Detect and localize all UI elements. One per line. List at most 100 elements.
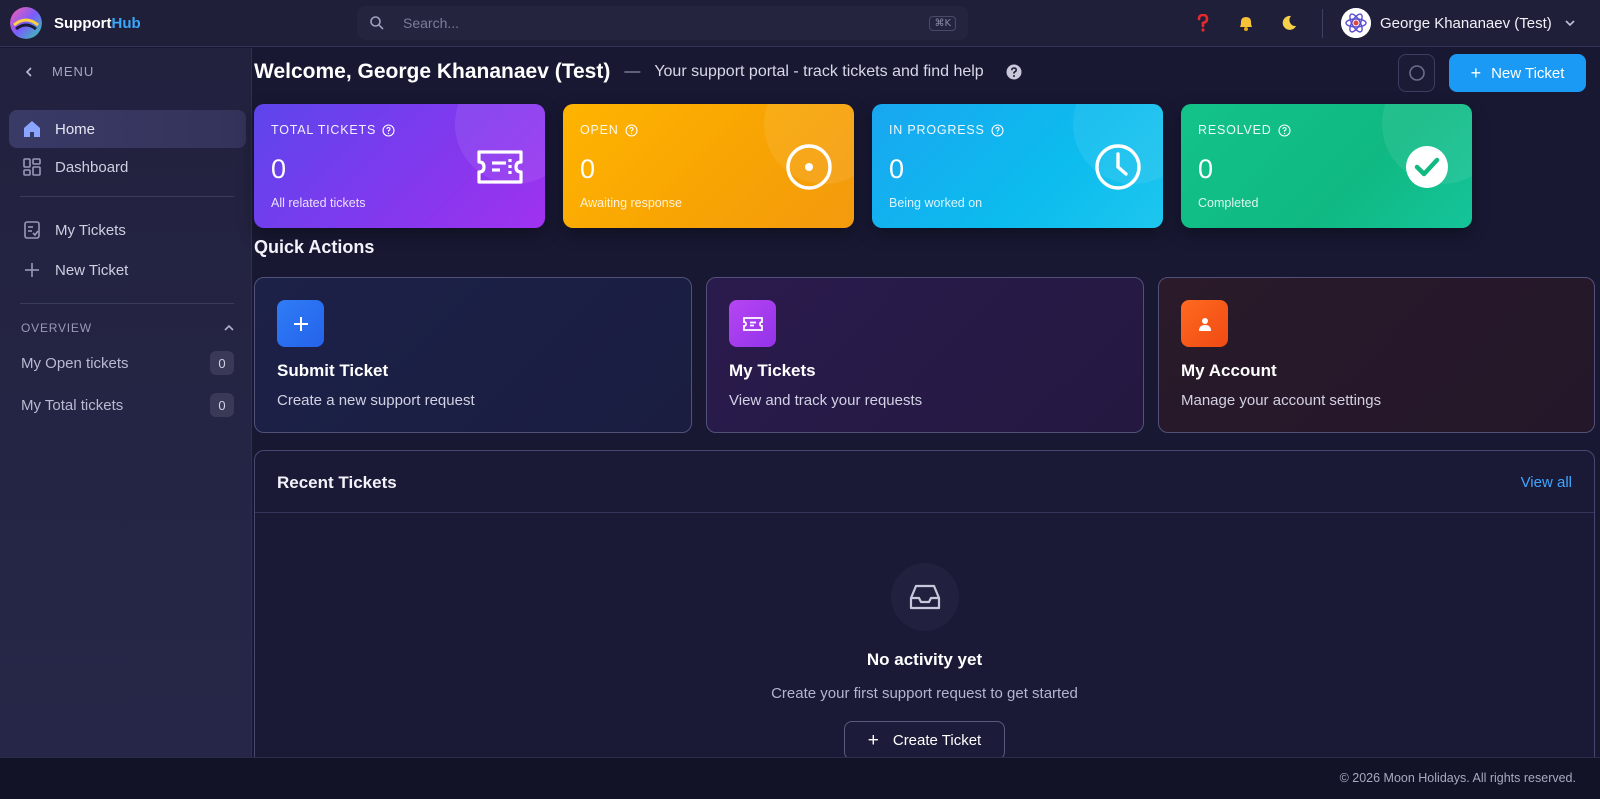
plus-icon — [277, 300, 324, 347]
home-icon — [22, 119, 42, 139]
loading-circle-icon — [1408, 65, 1425, 81]
brand-logo-icon — [10, 7, 42, 39]
search-input[interactable] — [403, 15, 930, 31]
quick-action-my-account[interactable]: My Account Manage your account settings — [1158, 277, 1595, 433]
page-subtitle: Your support portal - track tickets and … — [654, 63, 984, 80]
stat-value: 0 — [271, 154, 287, 184]
search-icon — [370, 16, 384, 30]
plus-icon: + — [867, 730, 879, 751]
overview-count-badge: 0 — [210, 351, 234, 375]
avatar — [1341, 8, 1371, 38]
empty-state-title: No activity yet — [866, 650, 983, 669]
top-icons — [1190, 10, 1319, 36]
ticket-icon — [475, 142, 525, 192]
sidebar-item-label: Home — [55, 120, 96, 138]
question-icon[interactable] — [1190, 10, 1216, 36]
user-icon — [1181, 300, 1228, 347]
stat-label: RESOLVED — [1198, 123, 1291, 137]
target-circle-icon — [784, 142, 834, 192]
stat-value: 0 — [580, 154, 596, 184]
stat-label: IN PROGRESS — [889, 123, 1004, 137]
bell-icon[interactable] — [1233, 10, 1259, 36]
user-menu[interactable]: George Khananaev (Test) — [1341, 7, 1576, 39]
stat-desc: All related tickets — [271, 196, 366, 210]
sidebar-item-label: New Ticket — [55, 261, 129, 279]
user-name: George Khananaev (Test) — [1380, 14, 1552, 32]
quick-action-desc: View and track your requests — [729, 392, 923, 409]
recent-tickets-title: Recent Tickets — [277, 473, 397, 492]
stat-value: 0 — [889, 154, 905, 184]
stat-desc: Being worked on — [889, 196, 983, 210]
recent-tickets-panel: Recent Tickets View all No activity yet … — [254, 450, 1595, 770]
search-bar[interactable]: ⌘K — [357, 6, 968, 40]
sidebar-divider — [20, 303, 234, 304]
quick-action-title: My Tickets — [729, 361, 816, 380]
new-ticket-label: New Ticket — [1491, 64, 1565, 82]
refresh-button[interactable] — [1398, 54, 1435, 92]
tickets-icon — [22, 220, 42, 240]
ticket-icon — [729, 300, 776, 347]
new-ticket-button[interactable]: + New Ticket — [1449, 54, 1586, 92]
quick-action-desc: Create a new support request — [277, 392, 475, 409]
quick-actions-title: Quick Actions — [254, 237, 375, 257]
overview-toggle[interactable]: OVERVIEW — [21, 321, 235, 335]
welcome-header: Welcome, George Khananaev (Test) — Your … — [254, 60, 1022, 84]
info-icon[interactable] — [625, 123, 638, 137]
overview-item-open[interactable]: My Open tickets 0 — [21, 350, 234, 376]
check-circle-icon — [1402, 142, 1452, 192]
sidebar-item-label: Dashboard — [55, 158, 129, 176]
moon-icon[interactable] — [1276, 10, 1302, 36]
info-icon[interactable] — [1278, 123, 1291, 137]
sidebar-item-new-ticket[interactable]: New Ticket — [9, 251, 246, 289]
search-shortcut: ⌘K — [929, 15, 956, 31]
chevron-up-icon — [224, 324, 234, 331]
stat-desc: Awaiting response — [580, 196, 682, 210]
top-bar: SupportHub ⌘K Georg — [0, 0, 1600, 47]
clock-icon — [1093, 142, 1143, 192]
quick-action-submit-ticket[interactable]: Submit Ticket Create a new support reque… — [254, 277, 692, 433]
info-icon[interactable] — [382, 123, 395, 137]
create-ticket-button[interactable]: + Create Ticket — [844, 721, 1005, 760]
quick-action-my-tickets[interactable]: My Tickets View and track your requests — [706, 277, 1144, 433]
overview-count-badge: 0 — [210, 393, 234, 417]
page-title: Welcome, George Khananaev (Test) — [254, 60, 611, 83]
help-circle-icon[interactable] — [1006, 64, 1022, 80]
empty-state-subtitle: Create your first support request to get… — [771, 685, 1078, 702]
overview-item-label: My Total tickets — [21, 396, 124, 414]
create-ticket-label: Create Ticket — [892, 732, 982, 749]
inbox-icon — [891, 563, 959, 631]
quick-action-title: My Account — [1181, 361, 1277, 380]
sidebar-item-dashboard[interactable]: Dashboard — [9, 148, 246, 186]
view-all-link[interactable]: View all — [1521, 474, 1572, 491]
overview-item-total[interactable]: My Total tickets 0 — [21, 392, 234, 418]
stat-card-total[interactable]: TOTAL TICKETS 0 All related tickets — [254, 104, 545, 228]
brand-name: SupportHub — [54, 14, 141, 32]
info-icon[interactable] — [991, 123, 1004, 137]
stat-card-in-progress[interactable]: IN PROGRESS 0 Being worked on — [872, 104, 1163, 228]
stat-card-resolved[interactable]: RESOLVED 0 Completed — [1181, 104, 1472, 228]
chevron-left-icon — [25, 66, 32, 77]
sidebar-divider — [20, 196, 234, 197]
menu-collapse-toggle[interactable]: MENU — [24, 64, 94, 79]
footer: © 2026 Moon Holidays. All rights reserve… — [0, 757, 1600, 799]
chevron-down-icon — [1565, 20, 1575, 27]
menu-label: MENU — [52, 64, 95, 79]
stat-label: TOTAL TICKETS — [271, 123, 395, 137]
quick-action-title: Submit Ticket — [277, 361, 389, 380]
brand[interactable]: SupportHub — [10, 7, 360, 39]
grid-icon — [22, 157, 42, 177]
copyright-text: © 2026 Moon Holidays. All rights reserve… — [1339, 771, 1576, 785]
sidebar-item-home[interactable]: Home — [9, 110, 246, 148]
stat-card-open[interactable]: OPEN 0 Awaiting response — [563, 104, 854, 228]
overview-item-label: My Open tickets — [21, 354, 129, 372]
sidebar-item-my-tickets[interactable]: My Tickets — [9, 211, 246, 249]
recent-tickets-header: Recent Tickets View all — [255, 451, 1594, 513]
title-separator: — — [624, 63, 641, 80]
top-divider — [1322, 9, 1323, 38]
stat-label: OPEN — [580, 123, 638, 137]
sidebar-item-label: My Tickets — [55, 221, 126, 239]
plus-icon: + — [1470, 63, 1482, 83]
sidebar: MENU Home Dashboard My Tickets New Ticke… — [0, 48, 252, 757]
plus-icon — [22, 260, 42, 280]
stat-value: 0 — [1198, 154, 1214, 184]
